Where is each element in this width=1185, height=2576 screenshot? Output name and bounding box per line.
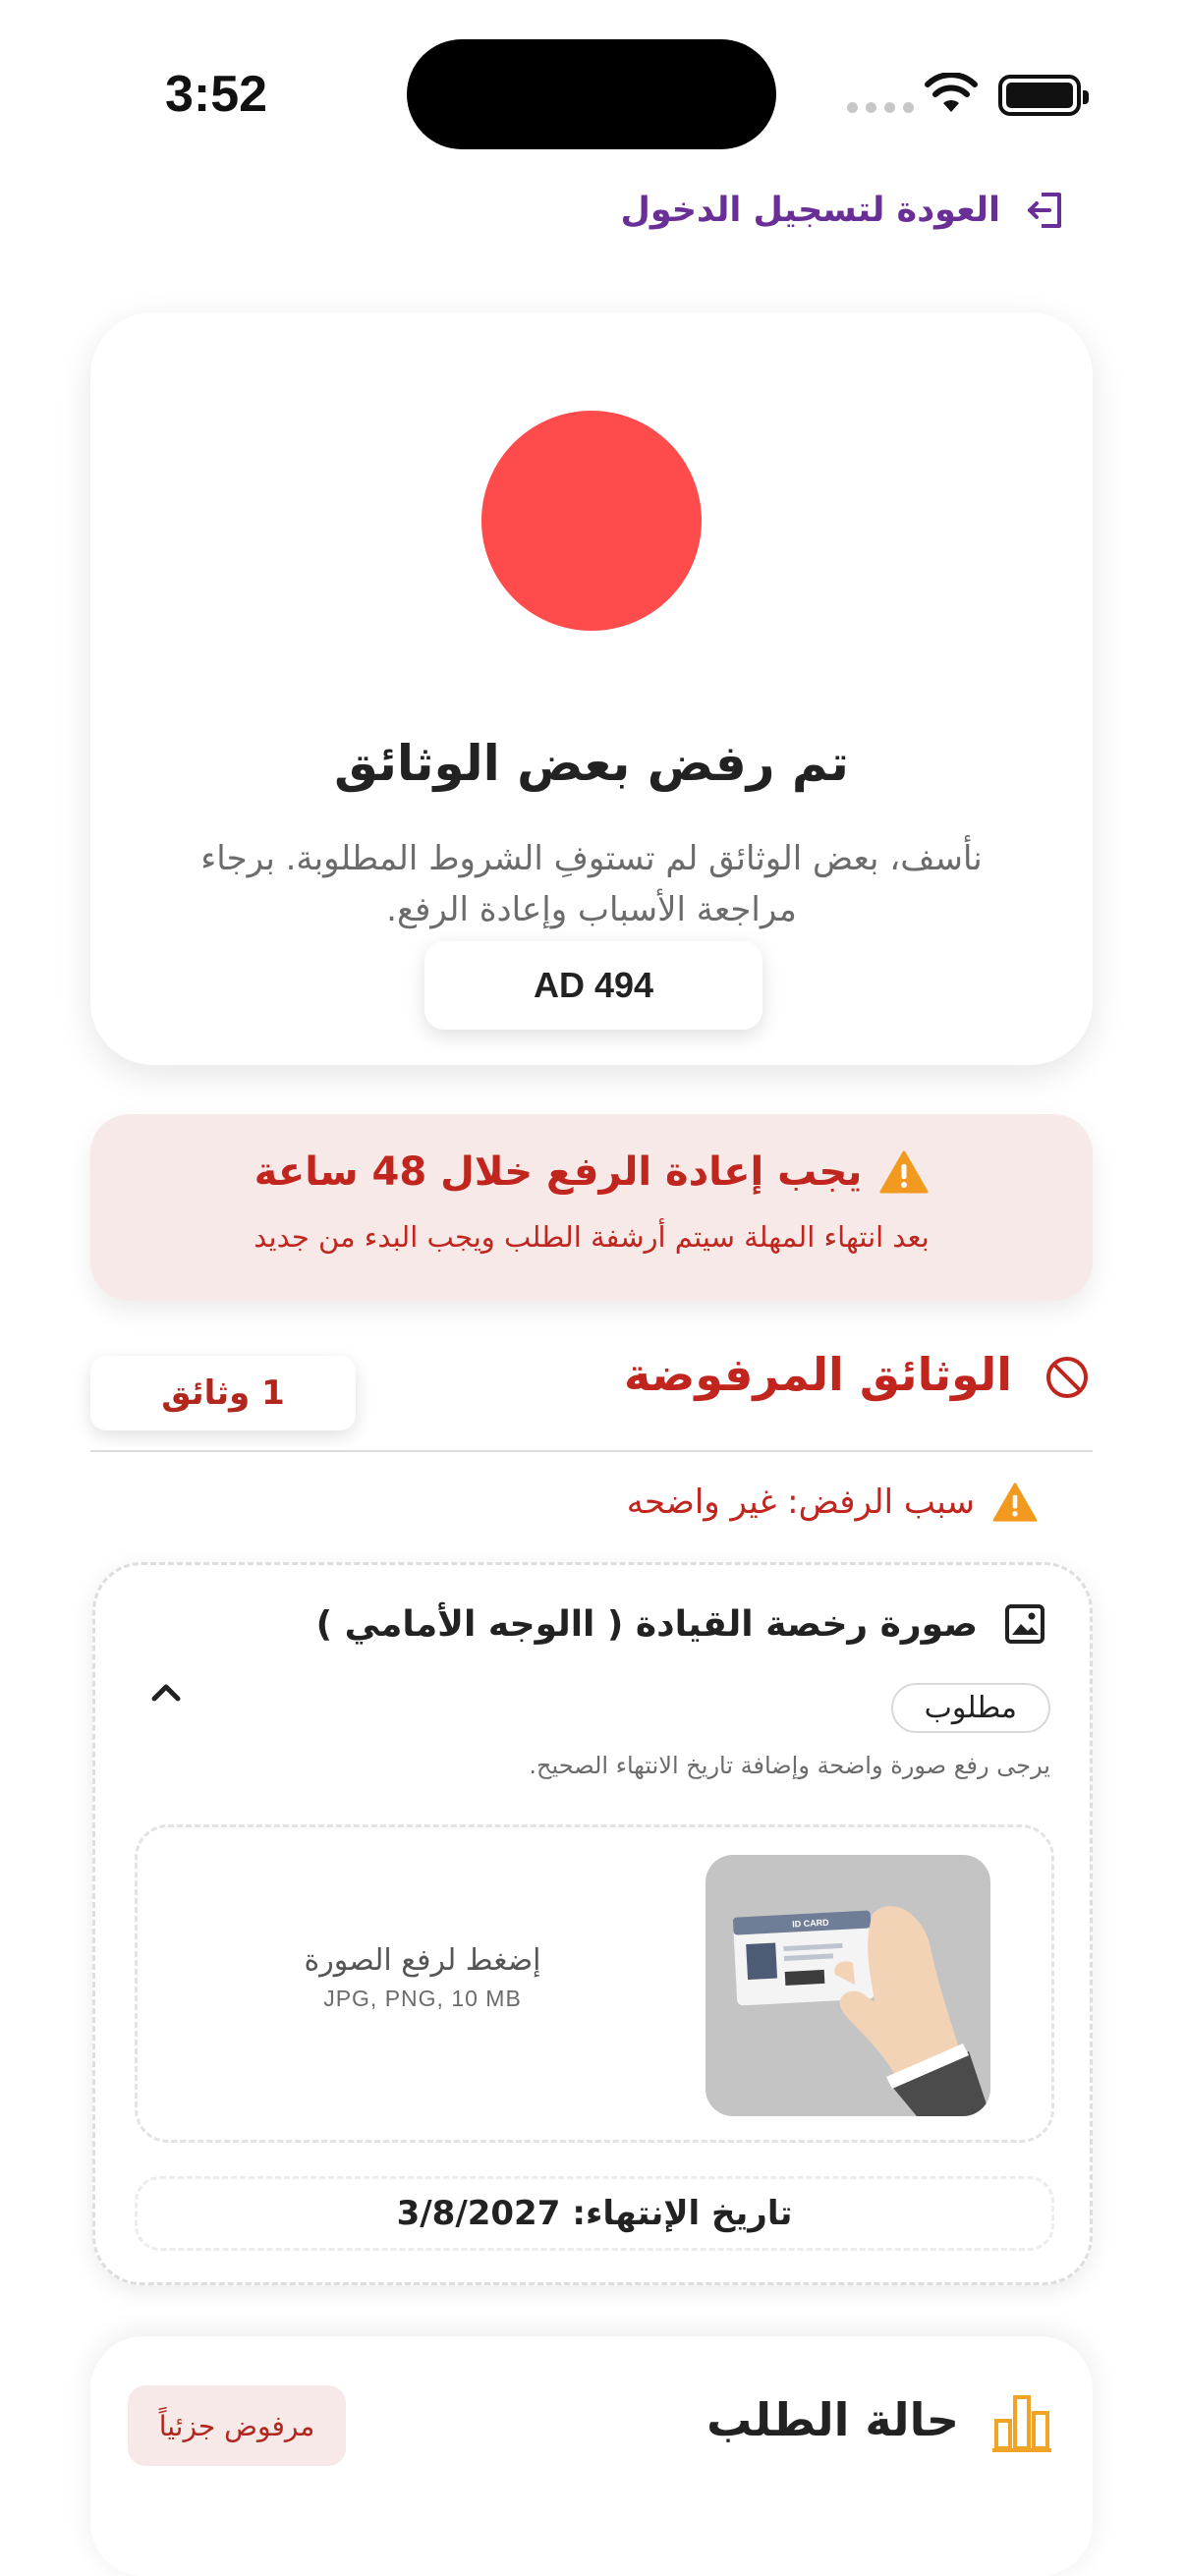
upload-label: إضغط لرفع الصورة [304,1943,541,1978]
document-header: صورة رخصة القيادة ( االوجه الأمامي ) [316,1602,1046,1646]
status-title: تم رفض بعض الوثائق [334,735,849,792]
hand-holding-card-illustration: ID CARD [732,1905,990,2116]
rejection-status-card: تم رفض بعض الوثائق نأسف، بعض الوثائق لم … [90,312,1093,1065]
back-to-login-link[interactable]: العودة لتسجيل الدخول [620,187,1069,234]
sample-license-image: ID CARD [705,1855,990,2116]
rejection-reason-text: سبب الرفض: غير واضحه [626,1483,975,1522]
upload-formats: JPG, PNG, 10 MB [323,1986,522,2011]
required-badge: مطلوب [890,1683,1050,1733]
wifi-icon [925,73,978,112]
warning-icon [992,1483,1038,1522]
cellular-signal-icon [847,102,914,113]
order-status-card: حالة الطلب مرفوض جزئياً [90,2336,1093,2576]
status-indicator [481,411,702,631]
rejected-documents-title: الوثائق المرفوضة [624,1348,1012,1401]
rejected-documents-header: الوثائق المرفوضة 1 وثائق [90,1348,1093,1450]
bar-chart-icon [992,2395,1051,2452]
image-icon [1005,1604,1044,1644]
deadline-title-row: يجب إعادة الرفع خلال 48 ساعة [90,1149,1093,1195]
section-divider [90,1450,1093,1452]
warning-icon [879,1150,929,1194]
expiry-label: تاريخ الإنتهاء: [572,2194,793,2233]
deadline-title: يجب إعادة الرفع خلال 48 ساعة [254,1149,863,1195]
battery-icon [998,75,1089,116]
expiry-date-row[interactable]: تاريخ الإنتهاء: 3/8/2027 [135,2176,1054,2251]
partially-rejected-badge: مرفوض جزئياً [128,2385,346,2466]
logout-arrow-icon [1028,193,1061,228]
image-upload-zone[interactable]: إضغط لرفع الصورة JPG, PNG, 10 MB ID CARD [135,1824,1054,2143]
back-to-login-label: العودة لتسجيل الدخول [620,191,1000,230]
document-title: صورة رخصة القيادة ( االوجه الأمامي ) [315,1603,978,1645]
rejected-document-card: صورة رخصة القيادة ( االوجه الأمامي ) مطل… [92,1562,1093,2285]
status-time: 3:52 [165,66,268,123]
documents-count-badge: 1 وثائق [90,1356,356,1430]
status-description: نأسف، بعض الوثائق لم تستوفِ الشروط المطل… [200,839,983,929]
order-status-title: حالة الطلب [706,2393,959,2446]
expiry-value: 3/8/2027 [396,2194,561,2233]
chevron-up-icon[interactable] [146,1673,186,1712]
upload-instructions: إضغط لرفع الصورة JPG, PNG, 10 MB [138,1943,707,2012]
status-bar: 3:52 [0,0,1185,187]
plate-number-badge: AD 494 [424,941,762,1030]
deadline-subtitle: بعد انتهاء المهلة سيتم أرشفة الطلب ويجب … [254,1220,930,1254]
dynamic-island [407,39,776,149]
sample-card-label: ID CARD [792,1918,829,1930]
upload-hint: يرجى رفع صورة واضحة وإضافة تاريخ الانتها… [529,1752,1050,1779]
rejection-reason: سبب الرفض: غير واضحه [627,1482,1038,1523]
ban-icon [1046,1357,1088,1398]
reupload-deadline-banner: يجب إعادة الرفع خلال 48 ساعة بعد انتهاء … [90,1114,1093,1301]
